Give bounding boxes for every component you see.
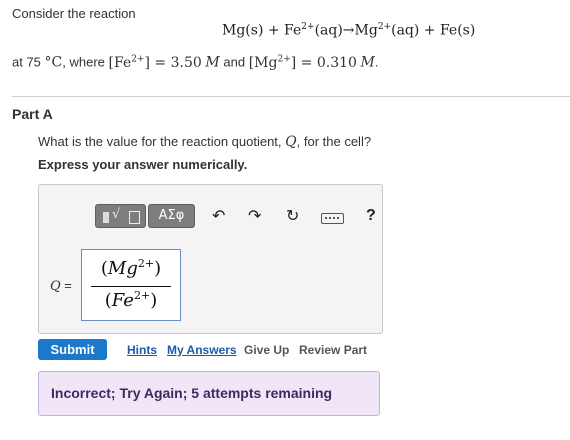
equation-fe-charge: 2+: [301, 22, 315, 32]
question-variable: Q: [285, 134, 297, 150]
reaction-conditions: at 75 °C, where [Fe2+] = 3.50 M and [Mg2…: [12, 54, 379, 71]
conditions-and: and: [223, 54, 246, 70]
temperature-prefix: at 75: [12, 54, 41, 70]
review-part-link[interactable]: Review Part: [299, 343, 367, 357]
answer-instruction: Express your answer numerically.: [38, 157, 248, 172]
redo-icon[interactable]: ↷: [248, 208, 261, 224]
denominator-close-paren: ): [150, 290, 158, 311]
fe-ion-value: ] = 3.50: [144, 54, 202, 71]
molarity-unit: M: [205, 54, 220, 71]
answer-variable: Q: [50, 279, 61, 294]
temperature-unit: °C: [44, 54, 63, 71]
molarity-unit: M: [360, 54, 375, 71]
fe-ion-label: [Fe: [108, 54, 132, 71]
fe-concentration: [Fe2+] = 3.50: [108, 54, 202, 71]
equation-reactant: Mg(s) + Fe: [222, 22, 302, 39]
equation-mg-charge: 2+: [377, 22, 392, 32]
question-prefix: What is the value for the reaction quoti…: [38, 134, 282, 149]
mg-ion-value: ] = 0.310: [290, 54, 357, 71]
fraction-bar: [91, 286, 171, 287]
feedback-banner: Incorrect; Try Again; 5 attempts remaini…: [38, 371, 380, 416]
templates-button[interactable]: √: [95, 204, 146, 228]
radical-icon: √: [112, 207, 121, 222]
give-up-link[interactable]: Give Up: [244, 343, 289, 357]
equation-product: (aq) + Fe(s): [391, 22, 476, 39]
reaction-equation: Mg(s) + Fe2+(aq)→Mg2+(aq) + Fe(s): [222, 22, 475, 39]
numerator-open-paren: (: [100, 258, 108, 279]
numerator-close-paren: ): [154, 258, 162, 279]
fe-ion-charge: 2+: [131, 54, 145, 64]
keyboard-icon[interactable]: [321, 213, 344, 224]
reset-icon[interactable]: ↻: [286, 208, 299, 224]
template-block-icon: [103, 212, 109, 223]
help-button[interactable]: ?: [366, 207, 376, 225]
submit-button[interactable]: Submit: [38, 339, 107, 360]
problem-intro: Consider the reaction: [12, 6, 136, 21]
fraction-numerator: (Mg2+): [82, 257, 180, 279]
part-title: Part A: [12, 106, 53, 122]
fraction-denominator: (Fe2+): [82, 289, 180, 311]
numerator-charge: 2+: [137, 257, 155, 270]
answer-label: Q =: [50, 278, 72, 294]
feedback-message: Incorrect; Try Again; 5 attempts remaini…: [51, 385, 333, 401]
denominator-charge: 2+: [133, 289, 151, 302]
question-text: What is the value for the reaction quoti…: [38, 134, 371, 150]
undo-icon[interactable]: ↶: [212, 208, 225, 224]
template-box-icon: [129, 211, 140, 224]
mg-ion-charge: 2+: [277, 54, 291, 64]
question-suffix: , for the cell?: [296, 134, 372, 149]
conditions-where: , where: [62, 54, 105, 70]
mg-concentration: [Mg2+] = 0.310: [248, 54, 357, 71]
denominator-species: Fe: [111, 290, 134, 311]
numerator-species: Mg: [107, 258, 138, 279]
answer-equals: =: [60, 278, 72, 293]
symbols-button[interactable]: ΑΣφ: [148, 204, 195, 228]
my-answers-link[interactable]: My Answers: [167, 343, 237, 357]
conditions-end: .: [374, 54, 379, 70]
hints-link[interactable]: Hints: [127, 343, 157, 357]
denominator-open-paren: (: [104, 290, 112, 311]
equation-arrow: (aq)→Mg: [314, 22, 378, 39]
mg-ion-label: [Mg: [248, 54, 278, 71]
section-divider: [12, 96, 570, 97]
answer-editor[interactable]: (Mg2+) (Fe2+): [81, 249, 181, 321]
